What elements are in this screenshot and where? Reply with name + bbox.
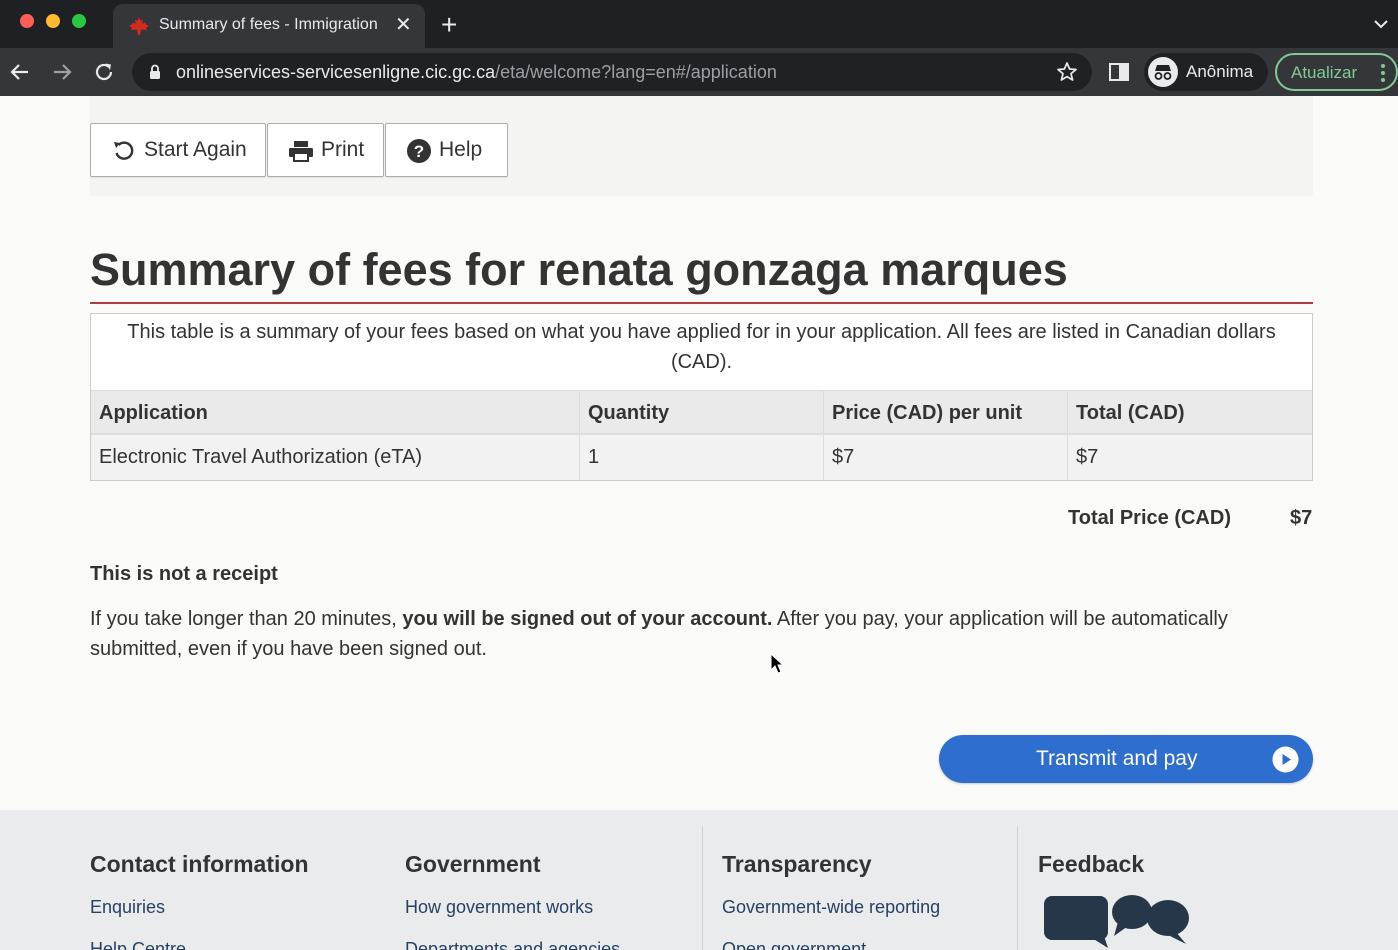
table-row: Electronic Travel Authorization (eTA) 1 … [91, 435, 1312, 480]
speech-bubbles-icon[interactable] [1038, 892, 1190, 950]
update-browser-button[interactable]: Atualizar [1275, 53, 1398, 91]
column-header-quantity: Quantity [580, 391, 824, 433]
footer-divider [702, 826, 703, 950]
column-header-price-per-unit: Price (CAD) per unit [824, 391, 1068, 433]
start-again-button[interactable]: Start Again [90, 123, 266, 177]
footer-divider [1017, 826, 1018, 950]
incognito-profile-button[interactable]: Anônima [1144, 53, 1268, 91]
footer-link[interactable]: Enquiries [90, 896, 165, 918]
browser-tab-bar: Summary of fees - Immigration ✕ + [0, 0, 1398, 48]
footer-link[interactable]: How government works [405, 896, 593, 918]
plus-icon[interactable]: + [441, 9, 457, 41]
receipt-heading: This is not a receipt [90, 563, 278, 585]
lock-icon[interactable] [149, 64, 161, 80]
star-icon[interactable] [1056, 61, 1078, 83]
address-bar[interactable]: onlineservices-servicesenligne.cic.gc.ca… [132, 53, 1092, 91]
signout-notice: If you take longer than 20 minutes, you … [90, 608, 1228, 660]
svg-text:?: ? [414, 142, 424, 161]
minimize-window-button[interactable] [46, 14, 60, 28]
table-header-row: Application Quantity Price (CAD) per uni… [91, 390, 1312, 435]
refresh-icon [114, 141, 134, 160]
footer-heading: Transparency [722, 851, 872, 877]
title-divider [90, 302, 1313, 304]
fees-summary-table: This table is a summary of your fees bas… [90, 313, 1313, 481]
column-header-application: Application [91, 391, 580, 433]
footer-link[interactable]: Departments and agencies [405, 938, 620, 950]
start-again-label: Start Again [144, 138, 247, 161]
transmit-and-pay-button[interactable]: Transmit and pay [939, 735, 1313, 783]
cell-quantity: 1 [580, 435, 824, 480]
tab-title: Summary of fees - Immigration [159, 16, 378, 33]
side-panel-icon[interactable] [1108, 61, 1130, 83]
help-button[interactable]: ? Help [385, 123, 508, 177]
page-title: Summary of fees for renata gonzaga marqu… [90, 244, 1068, 295]
table-caption: This table is a summary of your fees bas… [127, 321, 1276, 373]
forward-arrow-icon[interactable] [50, 60, 74, 84]
total-price-value: $7 [1290, 507, 1313, 529]
back-arrow-icon[interactable] [8, 60, 32, 84]
total-price-label: Total Price (CAD) [1068, 507, 1231, 529]
footer-heading: Feedback [1038, 851, 1145, 877]
footer-heading: Contact information [90, 851, 309, 877]
close-window-button[interactable] [20, 14, 34, 28]
column-header-total: Total (CAD) [1076, 402, 1185, 424]
browser-toolbar: onlineservices-servicesenligne.cic.gc.ca… [0, 48, 1398, 96]
footer-heading: Government [405, 851, 541, 877]
footer-link[interactable]: Government-wide reporting [722, 896, 940, 918]
footer-link[interactable]: Help Centre [90, 938, 186, 950]
transmit-and-pay-label: Transmit and pay [1036, 747, 1198, 770]
maximize-window-button[interactable] [72, 14, 86, 28]
printer-icon [289, 141, 313, 162]
profile-label: Anônima [1186, 62, 1254, 81]
footer-link[interactable]: Open government [722, 938, 866, 950]
site-footer: Contact information Enquiries Help Centr… [0, 810, 1398, 950]
url-text: onlineservices-servicesenligne.cic.gc.ca… [176, 62, 777, 82]
print-label: Print [321, 138, 365, 161]
cell-total: $7 [1076, 446, 1099, 468]
mouse-cursor-icon [770, 653, 784, 674]
maple-leaf-icon [129, 17, 149, 35]
reload-icon[interactable] [92, 60, 116, 84]
close-icon[interactable]: ✕ [395, 13, 412, 37]
play-circle-icon [1272, 746, 1299, 773]
update-label: Atualizar [1291, 63, 1358, 82]
print-button[interactable]: Print [267, 123, 384, 177]
kebab-menu-icon[interactable] [1380, 62, 1386, 84]
browser-tab-active[interactable]: Summary of fees - Immigration ✕ [113, 4, 425, 48]
cell-price-per-unit: $7 [824, 435, 1068, 480]
incognito-icon [1148, 57, 1178, 87]
question-circle-icon: ? [407, 139, 431, 163]
chevron-down-icon[interactable] [1373, 17, 1389, 31]
help-label: Help [439, 138, 483, 161]
cell-application: Electronic Travel Authorization (eTA) [91, 435, 580, 480]
